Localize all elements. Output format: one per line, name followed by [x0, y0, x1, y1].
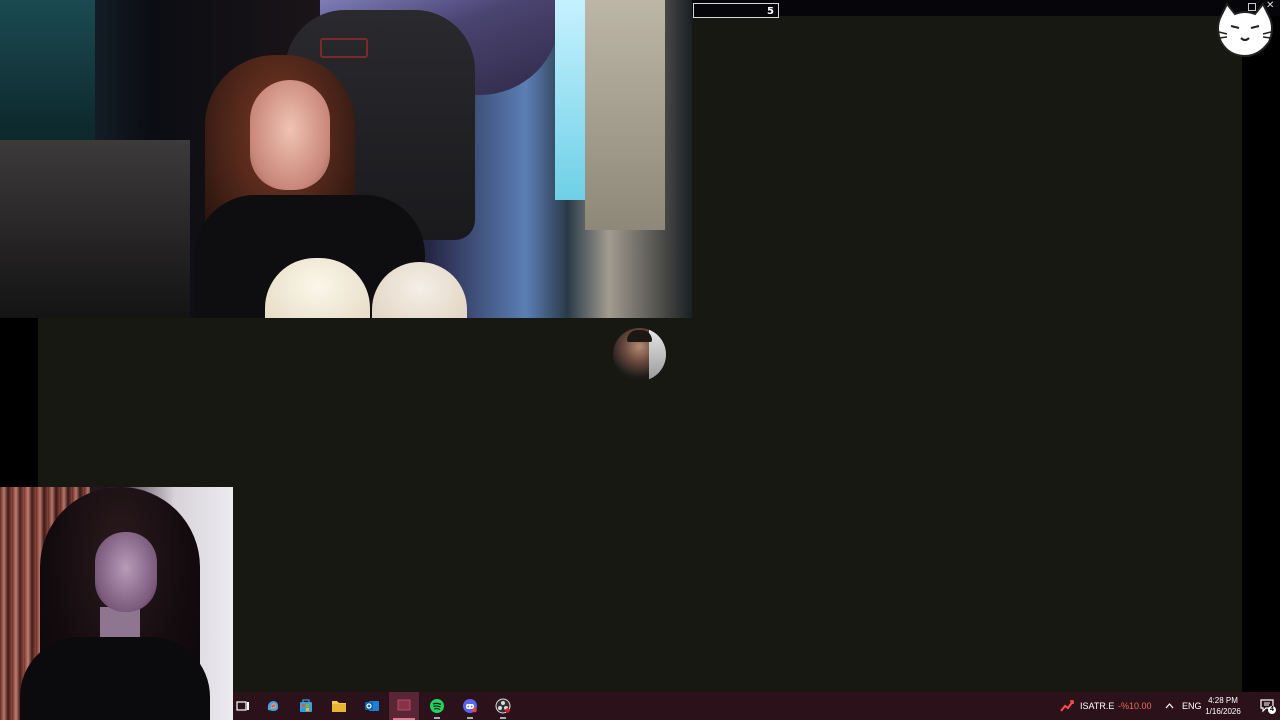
- clock-date: 1/16/2026: [1205, 707, 1241, 716]
- notification-count: 4: [1270, 706, 1274, 713]
- notification-center-button[interactable]: 4: [1259, 697, 1277, 715]
- secondary-webcam-feed: [0, 487, 233, 720]
- avatar-hair: [627, 330, 652, 342]
- chair-logo: [320, 38, 368, 58]
- task-view-icon[interactable]: [233, 696, 253, 716]
- stock-change[interactable]: -%10.00: [1118, 692, 1152, 720]
- window-maximize-icon[interactable]: [1248, 3, 1256, 11]
- room-bed: [0, 140, 190, 318]
- stock-trend-icon[interactable]: [1060, 700, 1074, 712]
- participant-avatar[interactable]: [613, 328, 666, 381]
- right-edge-strip: [1242, 16, 1280, 692]
- outlook-icon[interactable]: [362, 696, 382, 716]
- person-face: [95, 532, 157, 612]
- language-indicator[interactable]: ENG: [1182, 692, 1202, 720]
- streamer-face: [250, 80, 330, 190]
- window-close-icon[interactable]: ✕: [1266, 1, 1274, 11]
- spotify-icon[interactable]: [427, 696, 447, 716]
- clock-time: 4:28 PM: [1208, 696, 1238, 705]
- main-webcam-feed: [0, 0, 692, 318]
- copilot-icon[interactable]: [263, 696, 283, 716]
- discord-running-indicator: [467, 717, 473, 719]
- spotify-running-indicator: [434, 717, 440, 719]
- active-app-button[interactable]: [389, 692, 419, 720]
- file-explorer-icon[interactable]: [329, 696, 349, 716]
- desktop-screen: 5 ✕ ISATR.E -%10.00 ENG 4:28 PM 1/16/202…: [0, 0, 1280, 720]
- viewer-counter: 5: [693, 3, 779, 18]
- discord-icon[interactable]: [460, 696, 480, 716]
- windows-taskbar: ISATR.E -%10.00 ENG 4:28 PM 1/16/2026 4: [233, 692, 1280, 720]
- stage-top-bar: [692, 0, 1280, 16]
- room-door: [585, 0, 665, 230]
- room-window-light: [555, 0, 585, 200]
- avatar-background: [649, 328, 666, 381]
- obs-running-indicator: [500, 717, 506, 719]
- person-body: [20, 637, 210, 720]
- store-icon[interactable]: [296, 696, 316, 716]
- show-hidden-icons-chevron-icon[interactable]: [1165, 702, 1174, 709]
- clock[interactable]: 4:28 PM 1/16/2026: [1201, 695, 1245, 717]
- obs-icon[interactable]: [493, 696, 513, 716]
- stock-ticker[interactable]: ISATR.E: [1080, 692, 1114, 720]
- active-app-icon: [397, 699, 411, 711]
